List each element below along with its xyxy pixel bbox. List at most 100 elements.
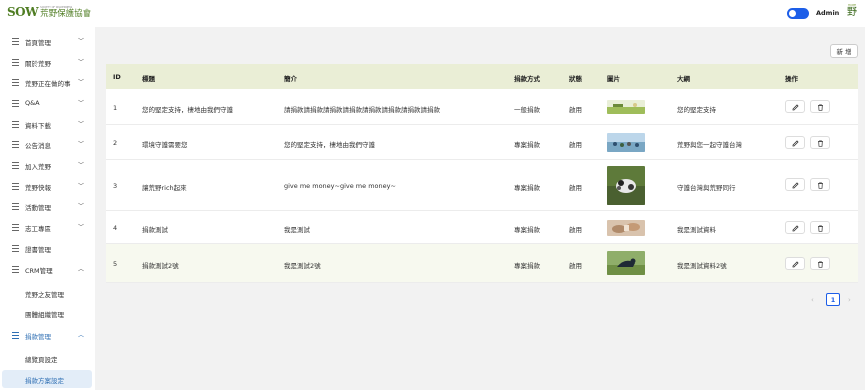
list-icon bbox=[12, 59, 19, 66]
row-image bbox=[607, 133, 645, 152]
cell-outline: 您的堅定支持 bbox=[677, 106, 716, 114]
delete-button[interactable] bbox=[810, 178, 830, 191]
cell-status: 啟用 bbox=[569, 262, 582, 270]
sidebar-item-qa[interactable]: Q&A ﹀ bbox=[0, 94, 95, 114]
cell-method: 專案捐款 bbox=[514, 184, 540, 192]
sidebar-item-news[interactable]: 荒野快報 ﹀ bbox=[0, 177, 95, 197]
list-icon bbox=[12, 141, 19, 148]
sidebar-subitem-overview[interactable]: 總覽頁設定 bbox=[0, 349, 95, 367]
chevron-down-icon: ﹀ bbox=[78, 162, 85, 169]
table-row: 3 讓荒野rich起來 give me money~give me money~… bbox=[106, 160, 858, 211]
cell-status: 啟用 bbox=[569, 141, 582, 149]
chevron-down-icon: ﹀ bbox=[78, 79, 85, 86]
sidebar-item-doing[interactable]: 荒野正在做的事 ﹀ bbox=[0, 73, 95, 93]
sidebar-item-home[interactable]: 首頁管理 ﹀ bbox=[0, 32, 95, 52]
cell-status: 啟用 bbox=[569, 106, 582, 114]
cell-title: 環境守護需要您 bbox=[142, 141, 188, 149]
column-header-status: 狀態 bbox=[569, 75, 582, 83]
trash-icon bbox=[818, 140, 823, 147]
sidebar-item-label: 首頁管理 bbox=[25, 39, 51, 47]
list-icon bbox=[12, 203, 19, 210]
edit-icon bbox=[792, 140, 799, 147]
row-image bbox=[607, 220, 645, 236]
edit-button[interactable] bbox=[785, 178, 805, 191]
pagination-next[interactable]: › bbox=[848, 296, 851, 304]
sidebar-item-crm[interactable]: CRM管理 ︿ bbox=[0, 260, 95, 280]
edit-button[interactable] bbox=[785, 100, 805, 113]
top-bar: SOW SOCIETY OF WILDERNESS 荒野保護協會 Admin H… bbox=[0, 0, 865, 27]
table-header: ID 標題 簡介 捐款方式 狀態 圖片 大綱 操作 bbox=[106, 64, 858, 89]
chevron-down-icon: ﹀ bbox=[78, 203, 85, 210]
sidebar-item-label: 公告消息 bbox=[25, 142, 51, 150]
sidebar-subitem-organizations[interactable]: 團體組織管理 bbox=[0, 304, 95, 322]
chevron-down-icon: ﹀ bbox=[78, 141, 85, 148]
table-row: 1 您的堅定支持，棲地由我們守護 請捐款請捐款請捐款請捐款請捐款請捐款請捐款請捐… bbox=[106, 89, 858, 125]
cell-intro: 我是測試2號 bbox=[284, 262, 321, 270]
cell-method: 專案捐款 bbox=[514, 262, 540, 270]
sidebar-item-label: 關於荒野 bbox=[25, 60, 51, 68]
chevron-down-icon: ﹀ bbox=[78, 100, 85, 107]
column-header-title: 標題 bbox=[142, 75, 155, 83]
row-image bbox=[607, 166, 645, 205]
delete-button[interactable] bbox=[810, 100, 830, 113]
list-icon bbox=[12, 121, 19, 128]
avatar[interactable]: HOPE 野 bbox=[843, 3, 861, 23]
theme-toggle[interactable] bbox=[787, 8, 809, 19]
cell-outline: 守護台灣與荒野同行 bbox=[677, 184, 736, 192]
column-header-image: 圖片 bbox=[607, 75, 620, 83]
list-icon bbox=[12, 38, 19, 45]
toggle-knob bbox=[789, 10, 796, 17]
sidebar-item-label: 活動管理 bbox=[25, 204, 51, 212]
chevron-down-icon: ﹀ bbox=[78, 38, 85, 45]
delete-button[interactable] bbox=[810, 221, 830, 234]
chevron-down-icon: ﹀ bbox=[78, 121, 85, 128]
trash-icon bbox=[818, 104, 823, 111]
edit-icon bbox=[792, 225, 799, 232]
cell-outline: 荒野與您一起守護台灣 bbox=[677, 141, 742, 149]
list-icon bbox=[12, 266, 19, 273]
sidebar-item-about[interactable]: 關於荒野 ﹀ bbox=[0, 53, 95, 73]
cell-id: 3 bbox=[113, 182, 118, 190]
sidebar-item-label: 證書管理 bbox=[25, 246, 51, 254]
sidebar-item-label: 資料下載 bbox=[25, 122, 51, 130]
cell-outline: 我是測試資料 bbox=[677, 226, 716, 234]
pagination-prev[interactable]: ‹ bbox=[811, 296, 814, 304]
sidebar-item-events[interactable]: 活動管理 ﹀ bbox=[0, 197, 95, 217]
user-name[interactable]: Admin bbox=[816, 9, 839, 17]
cell-intro: 您的堅定支持，棲地由我們守護 bbox=[284, 141, 375, 149]
table-row: 5 捐款測試2號 我是測試2號 專案捐款 啟用 我是測試資料2號 bbox=[106, 244, 858, 283]
sidebar-item-downloads[interactable]: 資料下載 ﹀ bbox=[0, 115, 95, 135]
delete-button[interactable] bbox=[810, 257, 830, 270]
sidebar-item-donations[interactable]: 捐款管理 ︿ bbox=[0, 326, 95, 346]
edit-button[interactable] bbox=[785, 136, 805, 149]
sidebar-item-label: 志工專區 bbox=[25, 225, 51, 233]
sidebar-subitem-label: 荒野之友管理 bbox=[25, 291, 64, 299]
sidebar-item-announcements[interactable]: 公告消息 ﹀ bbox=[0, 135, 95, 155]
trash-icon bbox=[818, 182, 823, 189]
cell-title: 捐款測試 bbox=[142, 226, 168, 234]
list-icon bbox=[12, 224, 19, 231]
logo-text: 荒野保護協會 bbox=[40, 9, 92, 19]
sidebar-item-join[interactable]: 加入荒野 ﹀ bbox=[0, 156, 95, 176]
cell-method: 專案捐款 bbox=[514, 141, 540, 149]
sidebar-subitem-friends[interactable]: 荒野之友管理 bbox=[0, 284, 95, 302]
chevron-down-icon: ﹀ bbox=[78, 59, 85, 66]
edit-button[interactable] bbox=[785, 221, 805, 234]
logo[interactable]: SOW SOCIETY OF WILDERNESS 荒野保護協會 bbox=[7, 5, 91, 19]
sidebar-subitem-label: 捐款方案設定 bbox=[25, 377, 64, 385]
trash-icon bbox=[818, 225, 823, 232]
cell-intro: give me money~give me money~ bbox=[284, 182, 396, 190]
edit-button[interactable] bbox=[785, 257, 805, 270]
cell-id: 1 bbox=[113, 104, 118, 112]
cell-intro: 請捐款請捐款請捐款請捐款請捐款請捐款請捐款請捐款 bbox=[284, 106, 440, 114]
sidebar-item-label: 加入荒野 bbox=[25, 163, 51, 171]
cell-method: 一般捐款 bbox=[514, 106, 540, 114]
sidebar-subitem-donation-plans[interactable]: 捐款方案設定 bbox=[2, 370, 92, 388]
pagination-page[interactable]: 1 bbox=[826, 293, 840, 306]
edit-icon bbox=[792, 182, 799, 189]
delete-button[interactable] bbox=[810, 136, 830, 149]
add-button[interactable]: 新 增 bbox=[830, 44, 858, 58]
list-icon bbox=[12, 162, 19, 169]
sidebar-item-volunteers[interactable]: 志工專區 ﹀ bbox=[0, 218, 95, 238]
sidebar-item-certificates[interactable]: 證書管理 bbox=[0, 239, 95, 259]
